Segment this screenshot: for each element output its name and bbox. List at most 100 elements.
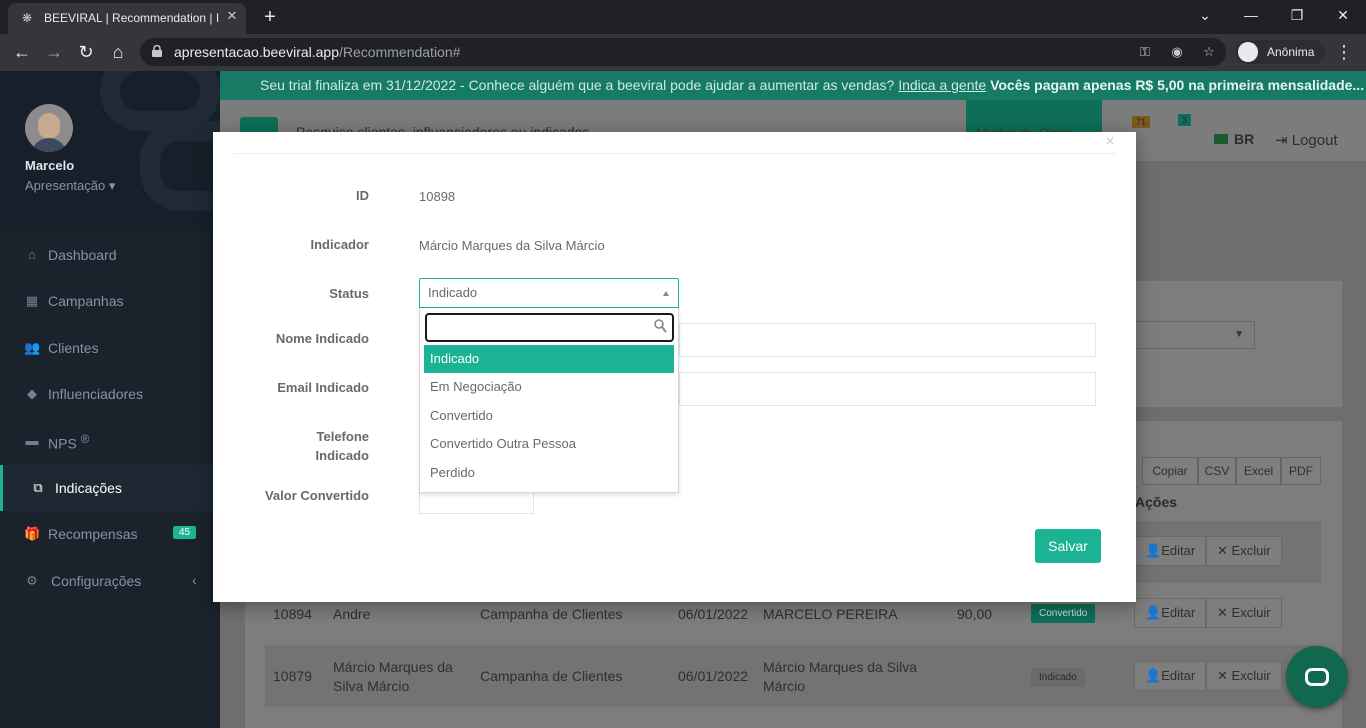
registered-mark: ® bbox=[80, 433, 90, 446]
diamond-icon: ◆ bbox=[27, 386, 37, 401]
status-option-convertido-outra-pessoa[interactable]: Convertido Outra Pessoa bbox=[424, 430, 674, 458]
eye-off-icon[interactable]: ◉ bbox=[1168, 43, 1186, 61]
beeviral-favicon-icon: ❋ bbox=[22, 11, 33, 25]
excel-export-button[interactable]: Excel bbox=[1236, 457, 1281, 485]
edit-button[interactable]: 👤Editar bbox=[1134, 536, 1207, 566]
profile-label: Anônima bbox=[1267, 45, 1315, 59]
browser-tab[interactable]: ❋ BEEVIRAL | Recommendation | Indic ✕ bbox=[8, 3, 246, 34]
sidebar-item-label: Clientes bbox=[48, 340, 99, 356]
indica-link[interactable]: Indica a gente bbox=[898, 77, 986, 93]
language-label[interactable]: BR bbox=[1234, 131, 1254, 147]
csv-export-button[interactable]: CSV bbox=[1198, 457, 1236, 485]
sidebar-item-clientes[interactable]: 👥 Clientes bbox=[0, 325, 220, 371]
actions-header: Ações bbox=[1135, 494, 1178, 510]
indicador-label: Indicador bbox=[310, 237, 369, 252]
tab-search-icon[interactable]: ⌄ bbox=[1190, 4, 1220, 26]
cell-date: 06/01/2022 bbox=[678, 668, 749, 684]
sidebar-item-label: Recompensas bbox=[48, 526, 138, 542]
sidebar-item-recompensas[interactable]: 🎁 Recompensas 45 bbox=[0, 511, 220, 557]
tab-close-icon[interactable]: ✕ bbox=[224, 8, 240, 24]
sidebar-item-label: Campanhas bbox=[48, 293, 124, 309]
copy-export-button[interactable]: Copiar bbox=[1142, 457, 1198, 485]
chat-icon: ▬ bbox=[25, 433, 39, 448]
gift-icon: 🎁 bbox=[24, 526, 41, 541]
email-indicado-input[interactable] bbox=[679, 372, 1096, 406]
status-search-input[interactable] bbox=[425, 313, 674, 342]
brazil-flag-icon bbox=[1214, 134, 1228, 144]
user-role-dropdown[interactable]: Apresentação ▾ bbox=[25, 178, 115, 194]
trial-banner: Seu trial finaliza em 31/12/2022 - Conhe… bbox=[220, 71, 1366, 100]
key-icon[interactable]: ⚿ bbox=[1136, 43, 1154, 61]
user-name: Marcelo bbox=[25, 158, 75, 173]
edit-button[interactable]: 👤Editar bbox=[1134, 661, 1207, 691]
sidebar-item-influenciadores[interactable]: ◆ Influenciadores bbox=[0, 371, 220, 417]
incognito-profile-button[interactable]: Anônima bbox=[1235, 40, 1325, 64]
star-icon[interactable]: ☆ bbox=[1200, 43, 1218, 61]
caret-down-icon: ▼ bbox=[1234, 329, 1244, 340]
sidebar-item-configuracoes[interactable]: ⚙ Configurações ‹ bbox=[0, 558, 220, 604]
lock-icon bbox=[152, 45, 162, 57]
new-tab-icon[interactable]: + bbox=[258, 5, 282, 29]
telefone-indicado-label: Telefone Indicado bbox=[315, 429, 369, 463]
cell-name: Andre bbox=[333, 606, 371, 622]
email-indicado-label: Email Indicado bbox=[277, 380, 369, 395]
status-option-convertido[interactable]: Convertido bbox=[424, 402, 674, 430]
browser-menu-icon[interactable]: ⋮ bbox=[1334, 40, 1354, 64]
back-icon[interactable]: ← bbox=[10, 40, 34, 64]
sidebar: Marcelo Apresentação ▾ ⌂ Dashboard ▦ Campa… bbox=[0, 71, 260, 728]
minimize-icon[interactable]: — bbox=[1236, 4, 1266, 26]
sidebar-item-campanhas[interactable]: ▦ Campanhas bbox=[0, 278, 220, 324]
restore-icon[interactable]: ❐ bbox=[1282, 4, 1312, 26]
modal-close-icon[interactable]: × bbox=[1103, 134, 1117, 150]
pdf-export-button[interactable]: PDF bbox=[1281, 457, 1321, 485]
cell-value: 90,00 bbox=[957, 606, 993, 622]
sidebar-item-label: NPS ® bbox=[48, 433, 90, 452]
sidebar-item-nps[interactable]: ▬ NPS ® bbox=[0, 418, 220, 464]
tab-title: BEEVIRAL | Recommendation | Indic bbox=[44, 11, 220, 25]
chat-widget-button[interactable] bbox=[1286, 646, 1348, 708]
delete-button[interactable]: ✕ Excluir bbox=[1206, 661, 1282, 691]
chat-bubble-icon bbox=[1305, 668, 1329, 686]
url-path: /Recommendation# bbox=[339, 44, 461, 60]
cell-date: 06/01/2022 bbox=[678, 606, 749, 622]
recompensas-badge: 45 bbox=[173, 526, 197, 539]
window-close-icon[interactable]: ✕ bbox=[1328, 4, 1358, 26]
status-label: Status bbox=[329, 286, 369, 301]
sitemap-icon: ⧉ bbox=[33, 480, 43, 495]
save-button[interactable]: Salvar bbox=[1035, 529, 1101, 563]
sidebar-item-label: Influenciadores bbox=[48, 386, 143, 402]
nome-indicado-input[interactable] bbox=[679, 323, 1096, 357]
valor-convertido-label: Valor Convertido bbox=[264, 488, 369, 503]
cell-influencer: MARCELO PEREIRA bbox=[763, 606, 898, 622]
modal-body: ID 10898 Indicador Márcio Marques da Sil… bbox=[233, 153, 1116, 581]
sidebar-item-indicacoes[interactable]: ⧉ Indicações bbox=[0, 465, 220, 511]
url-host: apresentacao.beeviral.app bbox=[174, 44, 340, 60]
status-option-em-negociacao[interactable]: Em Negociação bbox=[424, 373, 674, 401]
profile-header: Marcelo Apresentação ▾ bbox=[0, 71, 260, 231]
search-icon bbox=[654, 319, 667, 333]
home-icon[interactable]: ⌂ bbox=[106, 40, 130, 64]
logout-button[interactable]: ⇥ Logout bbox=[1275, 131, 1338, 149]
avatar[interactable] bbox=[25, 104, 73, 152]
status-select[interactable]: Indicado bbox=[419, 278, 679, 308]
forward-icon[interactable]: → bbox=[42, 40, 66, 64]
sidebar-item-dashboard[interactable]: ⌂ Dashboard bbox=[0, 232, 220, 278]
delete-button[interactable]: ✕ Excluir bbox=[1206, 536, 1282, 566]
chevron-left-icon: ‹ bbox=[192, 572, 197, 588]
status-option-perdido[interactable]: Perdido bbox=[424, 459, 674, 487]
users-icon: 👥 bbox=[24, 340, 41, 355]
delete-button[interactable]: ✕ Excluir bbox=[1206, 598, 1282, 628]
sidebar-item-label: Indicações bbox=[55, 480, 122, 496]
url-text: apresentacao.beeviral.app/Recommendation… bbox=[174, 44, 460, 60]
bell-count: 3 bbox=[1178, 114, 1192, 126]
id-value: 10898 bbox=[419, 189, 456, 204]
address-bar[interactable]: apresentacao.beeviral.app/Recommendation… bbox=[140, 38, 1226, 66]
status-option-indicado[interactable]: Indicado bbox=[424, 345, 674, 373]
home-icon: ⌂ bbox=[28, 247, 36, 262]
status-selected-value: Indicado bbox=[428, 285, 478, 300]
reload-icon[interactable]: ↻ bbox=[74, 40, 98, 64]
indicador-value: Márcio Marques da Silva Márcio bbox=[419, 238, 605, 253]
edit-button[interactable]: 👤Editar bbox=[1134, 598, 1207, 628]
status-badge: Convertido bbox=[1031, 604, 1096, 623]
caret-down-icon: ▾ bbox=[108, 178, 116, 193]
